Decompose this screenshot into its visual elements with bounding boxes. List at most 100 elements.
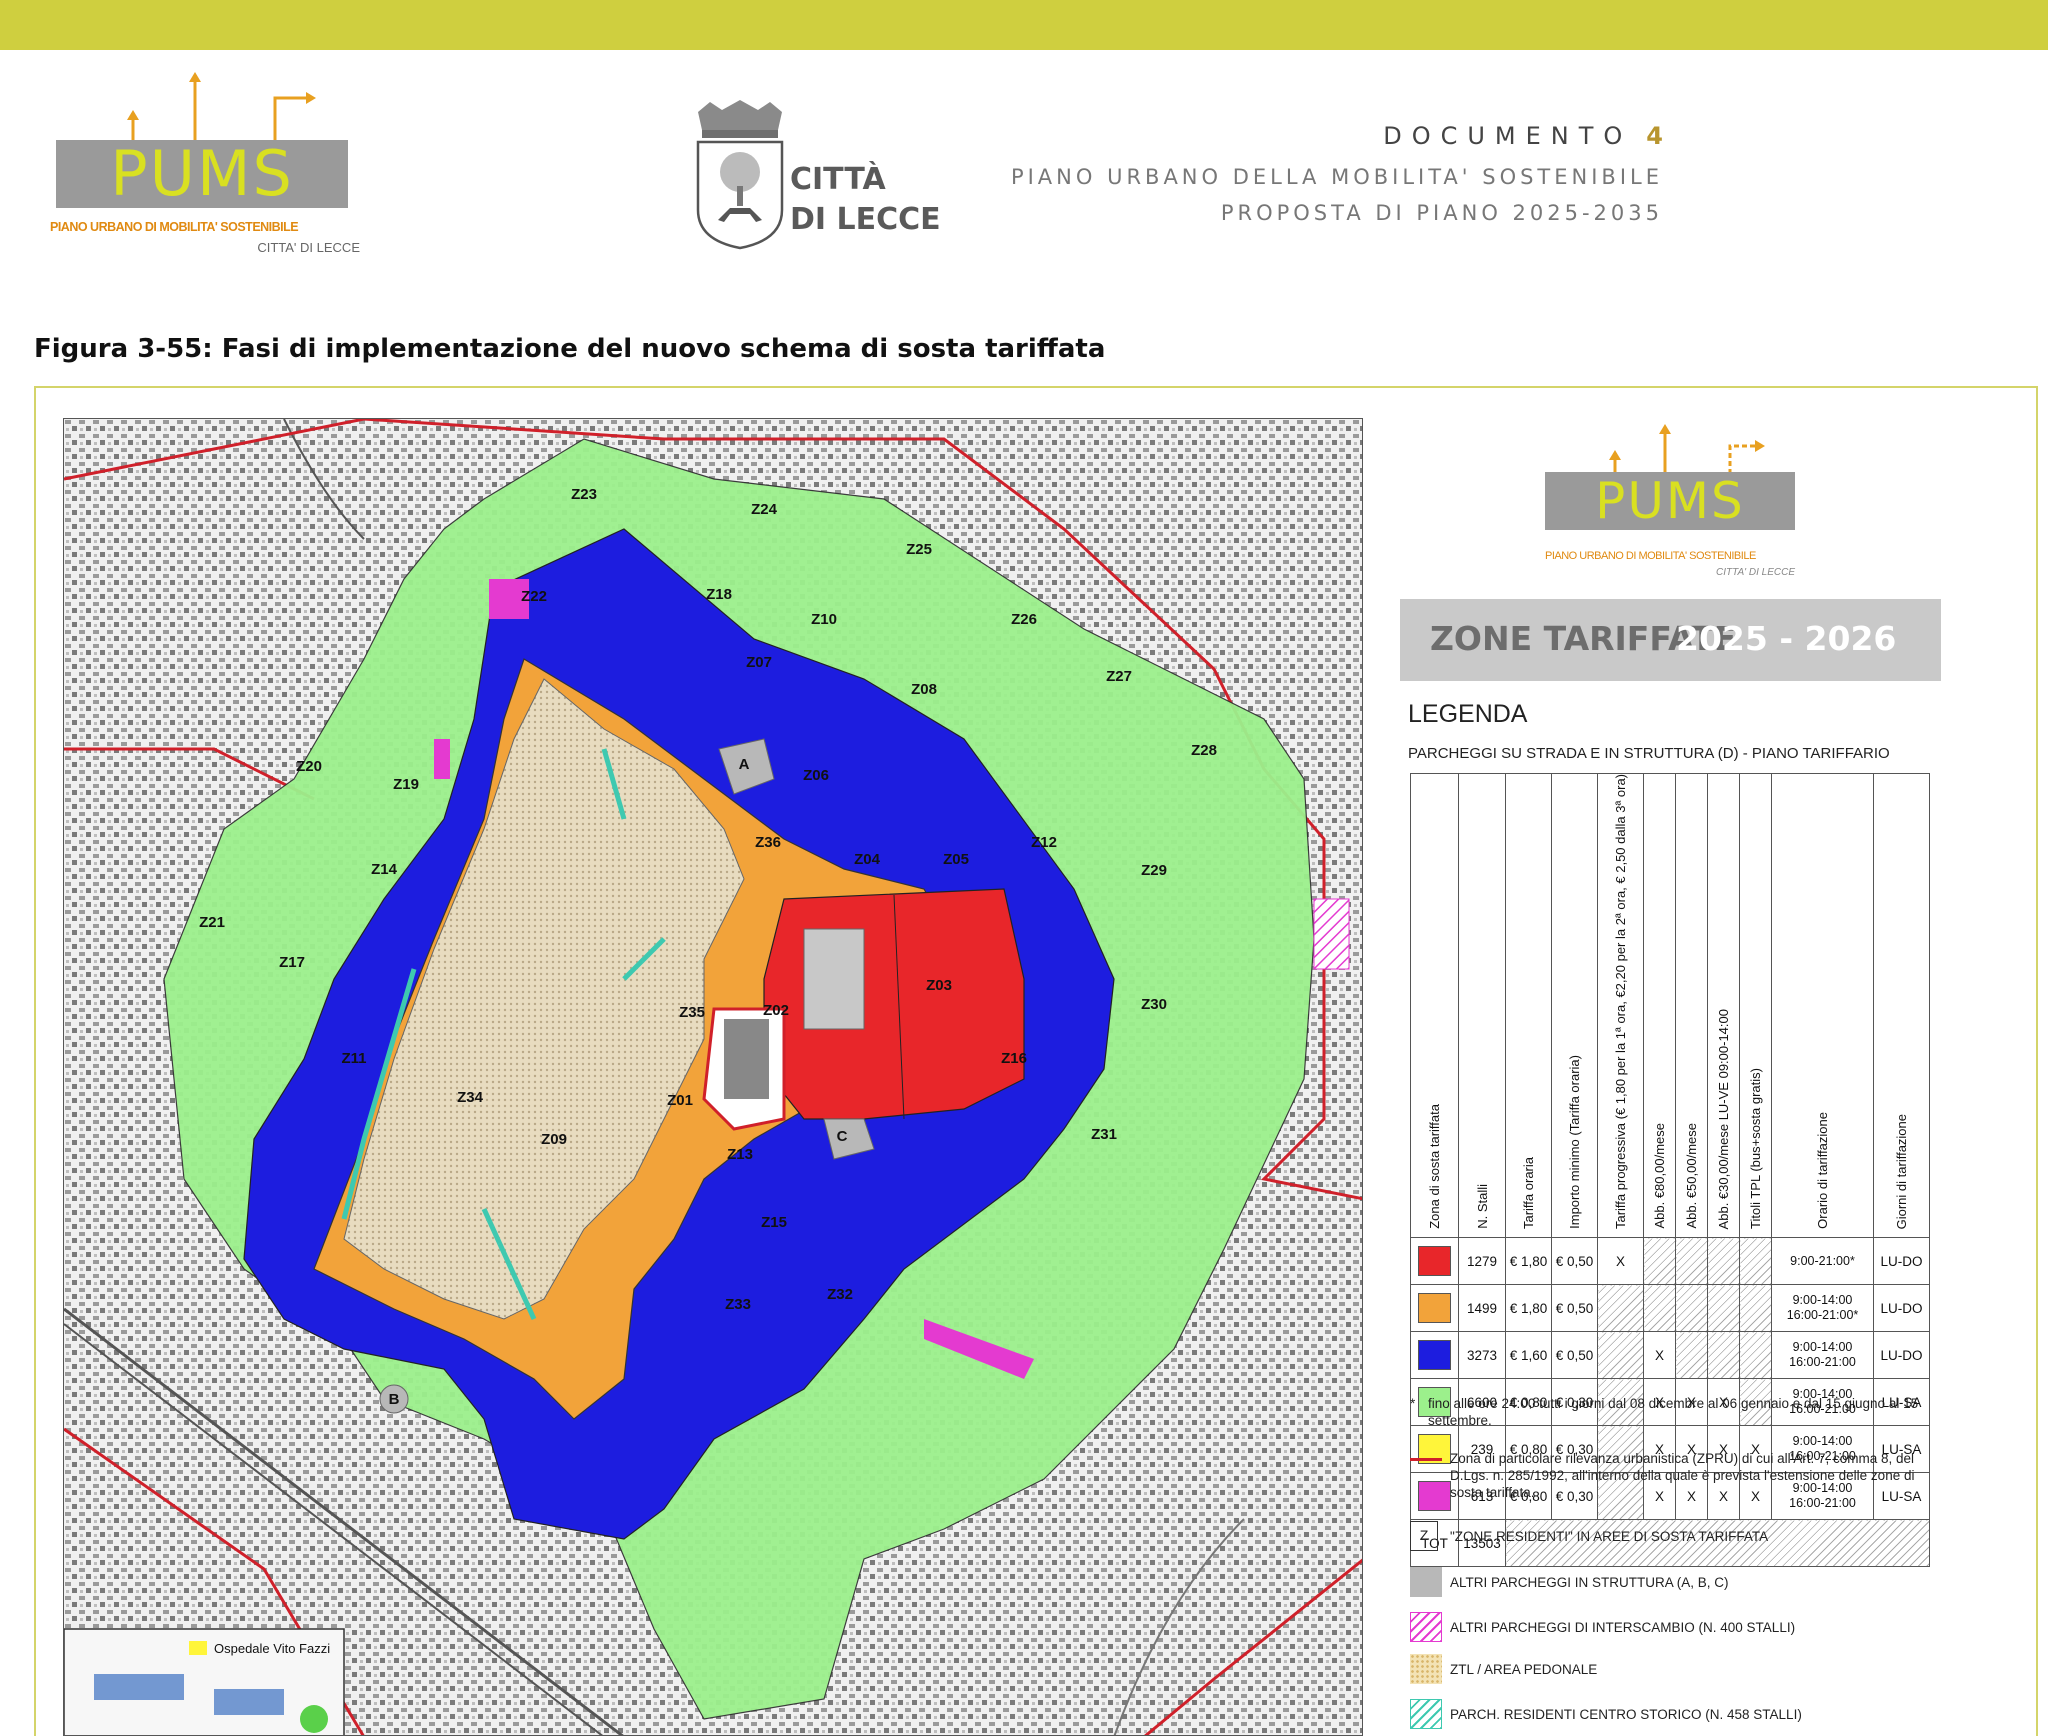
- zone-label-z01: Z01: [667, 1092, 693, 1109]
- document-proposal: PROPOSTA DI PIANO 2025-2035: [1220, 201, 1663, 225]
- tariff-row: 1499 € 1,80 € 0,50 9:00-14:00 16:00-21:00* LU…: [1410, 1284, 1930, 1333]
- tariff-cell: [1410, 1237, 1459, 1286]
- zone-label-z09: Z09: [541, 1131, 567, 1148]
- zone-label-z02: Z02: [763, 1002, 789, 1019]
- zone-tariffate-banner: ZONE TARIFFATE 2025 - 2026: [1400, 599, 1941, 681]
- zone-label-z03: Z03: [926, 977, 952, 994]
- ztl-dots-icon: [1410, 1654, 1442, 1684]
- tariff-cell: € 0,50: [1551, 1237, 1598, 1286]
- tariff-cell: € 0,50: [1551, 1284, 1598, 1333]
- zone-label-z21: Z21: [199, 914, 225, 931]
- interchange-parking-hatch: [1313, 898, 1350, 970]
- figure-caption: Figura 3-55: Fasi di implementazione del…: [34, 334, 1106, 364]
- zone-label-z28: Z28: [1191, 742, 1217, 759]
- castle-building: [724, 1019, 769, 1099]
- tariff-cell: [1739, 1284, 1772, 1333]
- zone-label-z17: Z17: [279, 954, 305, 971]
- legend-item-text: Zona di particolare rilevanza urbanistic…: [1450, 1451, 1915, 1500]
- footnote-mark: *: [1410, 1396, 1416, 1411]
- document-number: 4: [1646, 122, 1663, 150]
- tariff-cell: 3273: [1458, 1331, 1506, 1380]
- zone-label-z32: Z32: [827, 1286, 853, 1303]
- tariff-cell: LU-DO: [1873, 1237, 1930, 1286]
- legend-logo-line2: CITTA' DI LECCE: [1716, 567, 1795, 578]
- tariff-row: 1279 € 1,80 € 0,50 X 9:00-21:00* LU-DO: [1410, 1237, 1930, 1286]
- legend-heading: LEGENDA: [1408, 700, 1528, 728]
- parking-zones-map: Ospedale Vito Fazzi Z04 Z05 Z06 Z14 Z35 Z02 Z0…: [63, 418, 1363, 1736]
- tariff-cell: [1739, 1237, 1772, 1286]
- tariff-table-title: PARCHEGGI SU STRADA E IN STRUTTURA (D) -…: [1408, 745, 1890, 762]
- zone-label-z25: Z25: [906, 541, 932, 558]
- tariff-cell: [1675, 1237, 1708, 1286]
- zone-red-core: [763, 888, 1025, 1120]
- tariff-cell: [1707, 1284, 1740, 1333]
- col-header: Titoli TPL (bus+sosta gratis): [1739, 772, 1772, 1239]
- magenta-hatch-icon: [1410, 1612, 1442, 1642]
- tariff-cell: LU-DO: [1873, 1284, 1930, 1333]
- tariff-cell: 9:00-14:00 16:00-21:00*: [1771, 1284, 1874, 1333]
- tariff-cell: [1597, 1331, 1644, 1380]
- gray-box-icon: [1410, 1567, 1442, 1597]
- city-name: CITTÀ DI LECCE: [790, 160, 941, 240]
- tariff-cell: 9:00-21:00*: [1771, 1237, 1874, 1286]
- zone-color-swatch: [1418, 1293, 1451, 1324]
- col-header: Abb. €80,00/mese: [1643, 772, 1676, 1239]
- red-line-icon: [1410, 1458, 1442, 1461]
- tariff-row: 3273 € 1,60 € 0,50 X 9:00-14:00 16:00-21:00 LU…: [1410, 1331, 1930, 1380]
- col-header: Giorni di tariffazione: [1873, 772, 1930, 1239]
- pums-logo: PUMS PIANO URBANO DI MOBILITA' SOSTENIBI…: [50, 70, 360, 265]
- zone-label-z22: Z22: [521, 588, 547, 605]
- map-label-a: A: [739, 756, 750, 773]
- document-label-text: DOCUMENTO: [1383, 122, 1633, 150]
- tariff-cell: [1707, 1237, 1740, 1286]
- zone-label-z35: Z35: [679, 1004, 705, 1021]
- tariff-table-header: Zona di sosta tariffata N. Stalli Tariff…: [1410, 772, 1930, 1239]
- pums-logo-word: PUMS: [110, 137, 294, 210]
- col-header: Abb. €50,00/mese: [1675, 772, 1708, 1239]
- col-header: N. Stalli: [1458, 772, 1506, 1239]
- zone-label-z08: Z08: [911, 681, 937, 698]
- tariff-table: Zona di sosta tariffata N. Stalli Tariff…: [1410, 772, 1930, 1568]
- zone-label-z12: Z12: [1031, 834, 1057, 851]
- document-subtitle: PIANO URBANO DELLA MOBILITA' SOSTENIBILE: [1010, 165, 1663, 189]
- col-header: Zona di sosta tariffata: [1410, 772, 1459, 1239]
- tariff-cell: X: [1597, 1237, 1644, 1286]
- col-header: Abb. €30,00/mese LU-VE 09:00-14:00: [1707, 772, 1740, 1239]
- hospital-label: Ospedale Vito Fazzi: [214, 1641, 330, 1656]
- legend-logo-line1: PIANO URBANO DI MOBILITA' SOSTENIBILE: [1545, 550, 1756, 562]
- tariff-cell: 1279: [1458, 1237, 1506, 1286]
- pums-logo-line2: CITTA' DI LECCE: [257, 240, 360, 255]
- tariff-cell: [1675, 1284, 1708, 1333]
- hospital-parking-block: [214, 1689, 284, 1715]
- col-header: Tariffa oraria: [1505, 772, 1552, 1239]
- zone-label-z30: Z30: [1141, 996, 1167, 1013]
- zone-label-z05: Z05: [943, 851, 969, 868]
- zone-label-z14: Z14: [371, 861, 398, 878]
- legend-item-text: PARCH. RESIDENTI CENTRO STORICO (N. 458 …: [1450, 1707, 1802, 1722]
- tariff-cell: [1707, 1331, 1740, 1380]
- legend-item-text: "ZONE RESIDENTI" IN AREE DI SOSTA TARIFF…: [1450, 1529, 1769, 1544]
- zone-label-z34: Z34: [457, 1089, 484, 1106]
- tariff-cell: € 1,80: [1505, 1237, 1552, 1286]
- tariff-cell: 1499: [1458, 1284, 1506, 1333]
- tariff-cell: [1410, 1284, 1459, 1333]
- document-label: DOCUMENTO 4: [1383, 122, 1663, 150]
- tariff-cell: X: [1643, 1331, 1676, 1380]
- col-header: Importo minimo (Tariffa oraria): [1551, 772, 1598, 1239]
- legend-item-text: ALTRI PARCHEGGI DI INTERSCAMBIO (N. 400 …: [1450, 1620, 1796, 1635]
- zone-label-z33: Z33: [725, 1296, 751, 1313]
- zone-label-z06: Z06: [803, 767, 829, 784]
- footnote-text: fino alle ore 24:00 tutti i giorni dal 0…: [1428, 1396, 1919, 1428]
- zone-label-z20: Z20: [296, 758, 322, 775]
- zone-label-z07: Z07: [746, 654, 772, 671]
- zone-label-z15: Z15: [761, 1214, 787, 1231]
- zone-label-z04: Z04: [854, 851, 881, 868]
- tariff-cell: [1675, 1331, 1708, 1380]
- zone-label-z23: Z23: [571, 486, 597, 503]
- zone-label-z24: Z24: [751, 501, 778, 518]
- city-crest-icon: [696, 100, 784, 250]
- zone-label-z29: Z29: [1141, 862, 1167, 879]
- roundabout: [300, 1705, 328, 1733]
- col-header: Tariffa progressiva (€ 1,80 per la 1ª or…: [1597, 772, 1644, 1239]
- zone-label-z18: Z18: [706, 586, 732, 603]
